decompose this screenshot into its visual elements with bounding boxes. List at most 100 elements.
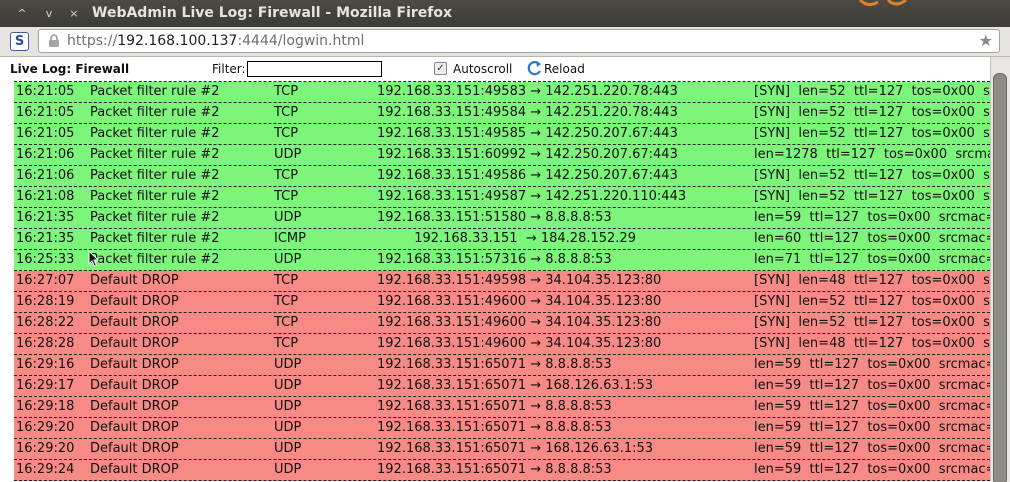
log-row: 16:29:17 Default DROP UDP 192.168.33.151:65… bbox=[14, 376, 990, 397]
url-path: :4444/logwin.html bbox=[237, 33, 365, 49]
log-time: 16:21:08 bbox=[16, 189, 75, 204]
filter-input[interactable] bbox=[247, 61, 382, 77]
log-rule: Packet filter rule #2 bbox=[90, 147, 220, 162]
url-scheme: https:// bbox=[67, 33, 118, 49]
log-row: 16:25:33 Packet filter rule #2 UDP 192.168.… bbox=[14, 250, 990, 271]
log-protocol: UDP bbox=[274, 462, 302, 477]
log-row: 16:21:06 Packet filter rule #2 TCP 192.168.… bbox=[14, 166, 990, 187]
log-row: 16:28:19 Default DROP TCP 192.168.33.151:49… bbox=[14, 292, 990, 313]
log-details: len=59 ttl=127 tos=0x00 srcmac=0 bbox=[754, 378, 990, 393]
scrollbar-thumb[interactable] bbox=[993, 73, 1007, 482]
log-time: 16:29:24 bbox=[16, 462, 75, 477]
log-row: 16:27:07 Default DROP TCP 192.168.33.151:49… bbox=[14, 271, 990, 292]
window-scroll-down-button[interactable]: v bbox=[40, 6, 58, 21]
lock-icon bbox=[49, 34, 59, 47]
bookmark-star-icon[interactable]: ★ bbox=[979, 31, 993, 50]
log-connection: 192.168.33.151 → 184.28.152.29 bbox=[377, 231, 636, 246]
log-connection: 192.168.33.151:49587 → 142.251.220.110:4… bbox=[377, 189, 687, 204]
navigation-bar: S https://192.168.100.137:4444/logwin.ht… bbox=[0, 27, 1010, 57]
log-row: 16:28:22 Default DROP TCP 192.168.33.151:49… bbox=[14, 313, 990, 334]
log-details: [SYN] len=52 ttl=127 tos=0x00 srcmac= bbox=[754, 294, 990, 309]
log-time: 16:21:05 bbox=[16, 126, 75, 141]
log-details: [SYN] len=52 ttl=127 tos=0x00 srcmac= bbox=[754, 168, 990, 183]
log-connection: 192.168.33.151:49584 → 142.251.220.78:44… bbox=[377, 105, 678, 120]
log-protocol: TCP bbox=[274, 84, 299, 99]
log-row: 16:21:35 Packet filter rule #2 UDP 192.168.… bbox=[14, 208, 990, 229]
log-connection: 192.168.33.151:49600 → 34.104.35.123:80 bbox=[377, 336, 662, 351]
log-row: 16:29:18 Default DROP UDP 192.168.33.151:65… bbox=[14, 397, 990, 418]
log-protocol: UDP bbox=[274, 399, 302, 414]
log-details: len=59 ttl=127 tos=0x00 srcmac=0 bbox=[754, 420, 990, 435]
log-details: len=59 ttl=127 tos=0x00 srcmac=0 bbox=[754, 462, 990, 477]
log-protocol: UDP bbox=[274, 420, 302, 435]
log-toolbar: Live Log: Firewall Filter: ✓ Autoscroll … bbox=[0, 57, 990, 81]
log-details: [SYN] len=52 ttl=127 tos=0x00 srcmac= bbox=[754, 105, 990, 120]
log-time: 16:29:16 bbox=[16, 357, 75, 372]
window-close-button[interactable]: × bbox=[65, 6, 83, 21]
log-row: 16:29:16 Default DROP UDP 192.168.33.151:65… bbox=[14, 355, 990, 376]
log-details: len=59 ttl=127 tos=0x00 srcmac=0 bbox=[754, 357, 990, 372]
log-details: [SYN] len=52 ttl=127 tos=0x00 srcmac= bbox=[754, 126, 990, 141]
log-connection: 192.168.33.151:49586 → 142.250.207.67:44… bbox=[377, 168, 678, 183]
log-row: 16:21:05 Packet filter rule #2 TCP 192.168.… bbox=[14, 124, 990, 145]
log-protocol: TCP bbox=[274, 189, 299, 204]
log-rule: Default DROP bbox=[90, 462, 179, 477]
log-connection: 192.168.33.151:49583 → 142.251.220.78:44… bbox=[377, 84, 678, 99]
log-time: 16:29:20 bbox=[16, 441, 75, 456]
log-row: 16:28:28 Default DROP TCP 192.168.33.151:49… bbox=[14, 334, 990, 355]
log-connection: 192.168.33.151:57316 → 8.8.8.8:53 bbox=[377, 252, 612, 267]
log-time: 16:29:18 bbox=[16, 399, 75, 414]
log-connection: 192.168.33.151:65071 → 8.8.8.8:53 bbox=[377, 357, 612, 372]
log-time: 16:27:07 bbox=[16, 273, 75, 288]
log-time: 16:28:19 bbox=[16, 294, 75, 309]
log-time: 16:21:06 bbox=[16, 147, 75, 162]
log-row: 16:29:20 Default DROP UDP 192.168.33.151:65… bbox=[14, 439, 990, 460]
log-rule: Default DROP bbox=[90, 441, 179, 456]
log-connection: 192.168.33.151:60992 → 142.250.207.67:44… bbox=[377, 147, 678, 162]
log-protocol: TCP bbox=[274, 315, 299, 330]
log-details: [SYN] len=52 ttl=127 tos=0x00 srcmac= bbox=[754, 315, 990, 330]
log-rule: Packet filter rule #2 bbox=[90, 105, 220, 120]
log-protocol: UDP bbox=[274, 252, 302, 267]
page-title: Live Log: Firewall bbox=[10, 62, 130, 76]
url-host: 192.168.100.137 bbox=[117, 33, 238, 49]
log-rule: Packet filter rule #2 bbox=[90, 126, 220, 141]
mouse-cursor-icon bbox=[88, 250, 100, 268]
log-row: 16:21:08 Packet filter rule #2 TCP 192.168.… bbox=[14, 187, 990, 208]
vertical-scrollbar[interactable] bbox=[990, 57, 1010, 482]
log-details: [SYN] len=52 ttl=127 tos=0x00 srcmac= bbox=[754, 84, 990, 99]
log-protocol: UDP bbox=[274, 147, 302, 162]
autoscroll-checkbox[interactable]: ✓ bbox=[434, 62, 447, 75]
autoscroll-label[interactable]: Autoscroll bbox=[453, 62, 512, 76]
log-protocol: TCP bbox=[274, 126, 299, 141]
log-connection: 192.168.33.151:49585 → 142.250.207.67:44… bbox=[377, 126, 678, 141]
log-row: 16:21:05 Packet filter rule #2 TCP 192.168.… bbox=[14, 82, 990, 103]
url-text[interactable]: https://192.168.100.137:4444/logwin.html bbox=[67, 33, 364, 49]
log-row: 16:29:24 Default DROP UDP 192.168.33.151:65… bbox=[14, 460, 990, 481]
log-details: [SYN] len=52 ttl=127 tos=0x00 srcmac= bbox=[754, 189, 990, 204]
log-time: 16:29:20 bbox=[16, 420, 75, 435]
log-rule: Default DROP bbox=[90, 336, 179, 351]
log-rule: Default DROP bbox=[90, 315, 179, 330]
site-identity-icon[interactable]: S bbox=[10, 32, 29, 51]
log-details: [SYN] len=48 ttl=127 tos=0x00 srcmac= bbox=[754, 273, 990, 288]
window-scroll-up-button[interactable]: ^ bbox=[13, 6, 31, 21]
background-decoration-icon bbox=[858, 0, 907, 7]
log-rule: Default DROP bbox=[90, 273, 179, 288]
log-connection: 192.168.33.151:49600 → 34.104.35.123:80 bbox=[377, 315, 662, 330]
log-connection: 192.168.33.151:49600 → 34.104.35.123:80 bbox=[377, 294, 662, 309]
page-content: Live Log: Firewall Filter: ✓ Autoscroll … bbox=[0, 57, 1010, 482]
log-time: 16:21:06 bbox=[16, 168, 75, 183]
filter-label: Filter: bbox=[212, 62, 246, 76]
url-bar[interactable]: https://192.168.100.137:4444/logwin.html… bbox=[38, 29, 1000, 53]
log-time: 16:28:28 bbox=[16, 336, 75, 351]
log-protocol: UDP bbox=[274, 378, 302, 393]
log-details: [SYN] len=48 ttl=127 tos=0x00 srcmac= bbox=[754, 336, 990, 351]
log-rule: Default DROP bbox=[90, 294, 179, 309]
window-titlebar: ^ v × WebAdmin Live Log: Firewall - Mozi… bbox=[0, 0, 1010, 27]
log-rule: Packet filter rule #2 bbox=[90, 168, 220, 183]
log-time: 16:21:05 bbox=[16, 84, 75, 99]
reload-label: Reload bbox=[544, 62, 585, 76]
log-protocol: UDP bbox=[274, 441, 302, 456]
log-row: 16:21:06 Packet filter rule #2 UDP 192.168.… bbox=[14, 145, 990, 166]
